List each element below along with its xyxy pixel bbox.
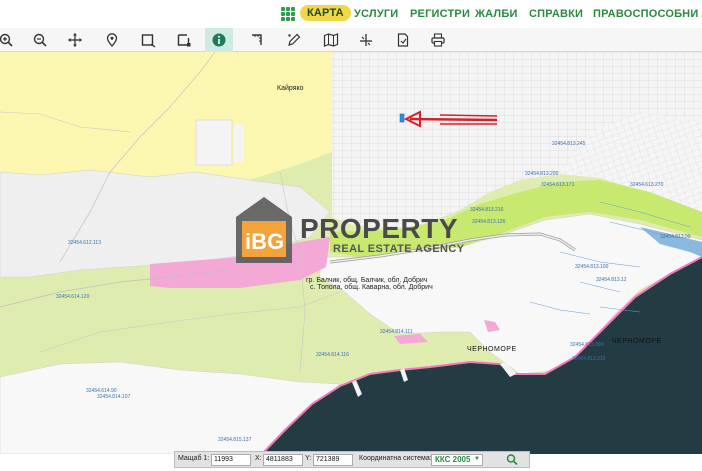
search-icon[interactable] bbox=[505, 453, 519, 466]
sea-label: ЧЕРНОМОРЕ bbox=[467, 346, 517, 353]
place-label-balchik: гр. Балчик, общ. Балчик, обл. Добрич bbox=[306, 277, 428, 284]
top-navigation: КАРТА УСЛУГИ РЕГИСТРИ ЖАЛБИ СПРАВКИ ПРАВ… bbox=[0, 0, 702, 28]
edit-icon[interactable] bbox=[280, 28, 308, 52]
parcel-id: 32454.813.100 bbox=[575, 264, 609, 270]
select-area-icon[interactable] bbox=[170, 28, 198, 52]
y-coordinate-input[interactable]: 721389 bbox=[313, 454, 353, 466]
cross-section-icon[interactable] bbox=[352, 28, 380, 52]
select-rectangle-icon[interactable] bbox=[134, 28, 162, 52]
place-label-kairyako: Кайряко bbox=[277, 85, 304, 92]
parcel-id: 32454.613.270 bbox=[630, 182, 664, 188]
white-patch bbox=[195, 119, 233, 166]
nav-item-zhalbi[interactable]: ЖАЛБИ bbox=[475, 8, 518, 20]
parcel-id: 32454.813.310 bbox=[572, 356, 606, 362]
x-label: X: bbox=[255, 455, 262, 462]
y-label: Y: bbox=[305, 455, 312, 462]
parcel-id: 32454.815.137 bbox=[218, 437, 252, 443]
crs-label: Координатна система: bbox=[359, 455, 432, 462]
scale-label: Мащаб 1: bbox=[178, 455, 210, 462]
svg-text:iBG: iBG bbox=[245, 229, 284, 254]
parcel-id: 32454.813.12 bbox=[596, 277, 627, 283]
measure-icon[interactable] bbox=[243, 28, 271, 52]
white-patch-2 bbox=[234, 124, 244, 162]
crs-select-value: ККС 2005 bbox=[435, 455, 471, 464]
crs-select[interactable]: ККС 2005 ▼ bbox=[431, 454, 483, 466]
x-coordinate-input[interactable]: 4811883 bbox=[263, 454, 303, 466]
target-parcel[interactable] bbox=[399, 113, 405, 123]
document-icon[interactable] bbox=[389, 28, 417, 52]
sea-label-2: ЧЕРНОМОРЕ bbox=[612, 338, 662, 345]
parcel-id: 32454.814.111 bbox=[380, 329, 413, 335]
parcel-id: 32454.813.300 bbox=[570, 342, 604, 348]
parcel-id: 32454.612.113 bbox=[68, 240, 101, 246]
nav-item-spravki[interactable]: СПРАВКИ bbox=[529, 8, 583, 20]
map-layers-icon[interactable] bbox=[317, 28, 345, 52]
parcel-id: 32454.814.116 bbox=[316, 352, 349, 358]
scale-input[interactable]: 11993 bbox=[211, 454, 251, 466]
zoom-out-icon[interactable] bbox=[26, 28, 54, 52]
parcel-id: 32454.814.107 bbox=[97, 394, 131, 400]
coordinates-status-bar: Мащаб 1: 11993 X: 4811883 Y: 721389 Коор… bbox=[174, 451, 530, 468]
parcel-id: 32454.813.200 bbox=[525, 171, 559, 177]
info-icon[interactable] bbox=[205, 28, 233, 52]
chevron-down-icon: ▼ bbox=[474, 456, 480, 462]
yellow-zone bbox=[0, 52, 332, 180]
place-label-topola: с. Топола, общ. Каварна, обл. Добрич bbox=[310, 284, 433, 291]
nav-item-karta[interactable]: КАРТА bbox=[300, 5, 351, 21]
location-pin-icon[interactable] bbox=[98, 28, 126, 52]
parcel-id: 32454.813.245 bbox=[552, 141, 586, 147]
nav-item-uslugi[interactable]: УСЛУГИ bbox=[354, 8, 398, 20]
print-icon[interactable] bbox=[424, 28, 452, 52]
parcel-id: 32454.613.171 bbox=[541, 182, 575, 188]
parcel-id: 32454.813.99 bbox=[660, 234, 691, 240]
apps-grid-icon[interactable] bbox=[281, 7, 295, 21]
watermark-title: PROPERTY bbox=[300, 213, 459, 244]
nav-item-pravosposobni-lica[interactable]: ПРАВОСПОСОБНИ ЛИЦА bbox=[593, 8, 702, 20]
watermark-subtitle: REAL ESTATE AGENCY bbox=[333, 243, 465, 255]
pan-icon[interactable] bbox=[61, 28, 89, 52]
parcel-id: 32454.614.120 bbox=[56, 294, 90, 300]
nav-item-registri[interactable]: РЕГИСТРИ bbox=[410, 8, 470, 20]
zoom-in-icon[interactable] bbox=[0, 28, 20, 52]
map-toolbar bbox=[0, 28, 702, 52]
